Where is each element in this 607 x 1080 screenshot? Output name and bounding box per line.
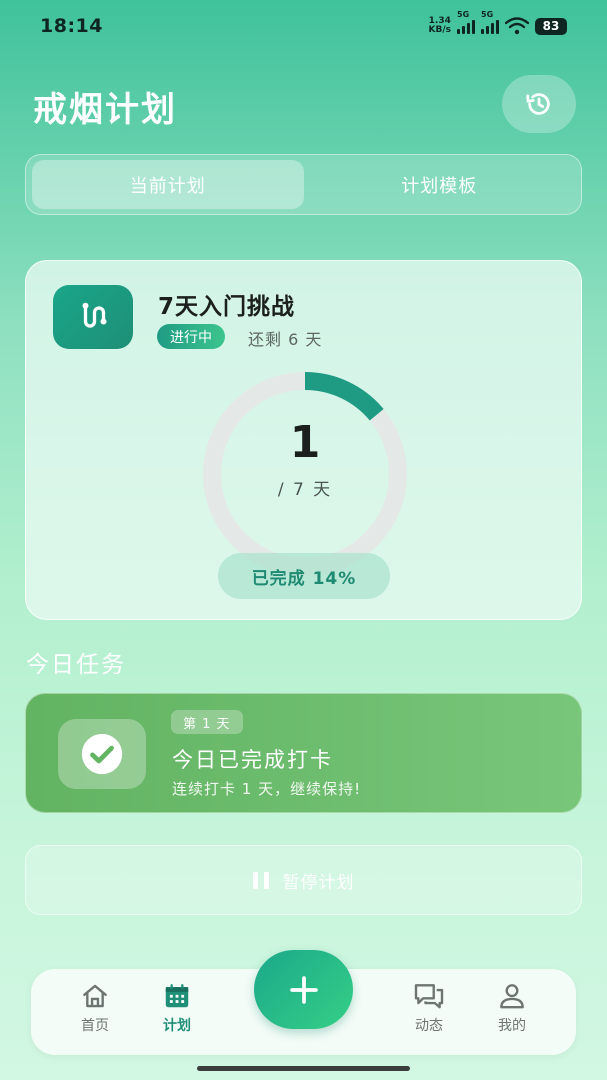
calendar-icon	[165, 984, 189, 1008]
day-badge: 第 1 天	[171, 710, 243, 734]
plan-card[interactable]: 7天入门挑战 进行中 还剩 6 天 1 / 7 天 已完成 14%	[25, 260, 582, 620]
check-circle-icon	[81, 733, 123, 775]
tab-home[interactable]: 首页	[60, 983, 130, 1035]
home-icon	[83, 984, 107, 1008]
pause-icon	[252, 871, 269, 889]
task-title: 今日已完成打卡	[172, 748, 333, 772]
chat-icon	[414, 984, 444, 1009]
wifi-icon	[505, 17, 529, 35]
tab-feed-label: 动态	[415, 1018, 443, 1034]
signal-label: 5G	[481, 10, 494, 19]
route-icon	[82, 302, 107, 328]
tab-profile[interactable]: 我的	[477, 983, 547, 1035]
tab-plan[interactable]: 计划	[142, 983, 212, 1035]
status-icons: 1.34 KB/s 5G 5G 83	[429, 10, 567, 35]
remaining-days: 还剩 6 天	[248, 330, 323, 349]
page-title: 戒烟计划	[33, 90, 177, 130]
signal-icon: 5G	[481, 10, 499, 34]
plan-segment-control: 当前计划 计划模板	[25, 154, 582, 215]
completion-badge: 已完成 14%	[218, 553, 390, 599]
signal-icon: 5G	[457, 10, 475, 34]
tab-home-label: 首页	[81, 1018, 109, 1034]
status-bar: 18:14 1.34 KB/s 5G 5G 83	[0, 0, 607, 52]
current-day: 1	[289, 417, 321, 468]
tab-profile-label: 我的	[498, 1018, 526, 1034]
plan-icon-tile	[53, 285, 133, 349]
pause-plan-label: 暂停计划	[282, 872, 355, 893]
plus-icon	[289, 975, 318, 1004]
tab-feed[interactable]: 动态	[394, 983, 464, 1035]
status-time: 18:14	[40, 15, 103, 37]
signal-label: 5G	[457, 10, 470, 19]
history-button[interactable]	[502, 75, 576, 133]
today-checkin-card[interactable]: 第 1 天 今日已完成打卡 连续打卡 1 天，继续保持!	[25, 693, 582, 813]
section-title-today-tasks: 今日任务	[26, 652, 126, 678]
home-indicator	[197, 1066, 410, 1071]
add-button[interactable]	[254, 950, 353, 1029]
pause-plan-button[interactable]: 暂停计划	[25, 845, 582, 915]
net-speed-unit: KB/s	[428, 25, 451, 35]
progress-ring	[203, 372, 407, 576]
battery-icon: 83	[535, 17, 567, 35]
user-icon	[500, 984, 524, 1009]
tab-plan-label: 计划	[163, 1018, 191, 1034]
check-tile	[58, 719, 146, 789]
total-days: / 7 天	[277, 480, 333, 500]
plan-name: 7天入门挑战	[158, 294, 296, 320]
tab-plan-templates[interactable]: 计划模板	[304, 160, 576, 209]
status-badge: 进行中	[157, 324, 225, 349]
history-icon	[526, 93, 550, 115]
tab-current-plan[interactable]: 当前计划	[32, 160, 304, 209]
task-subtitle: 连续打卡 1 天，继续保持!	[172, 780, 362, 798]
net-speed: 1.34 KB/s	[429, 17, 451, 35]
